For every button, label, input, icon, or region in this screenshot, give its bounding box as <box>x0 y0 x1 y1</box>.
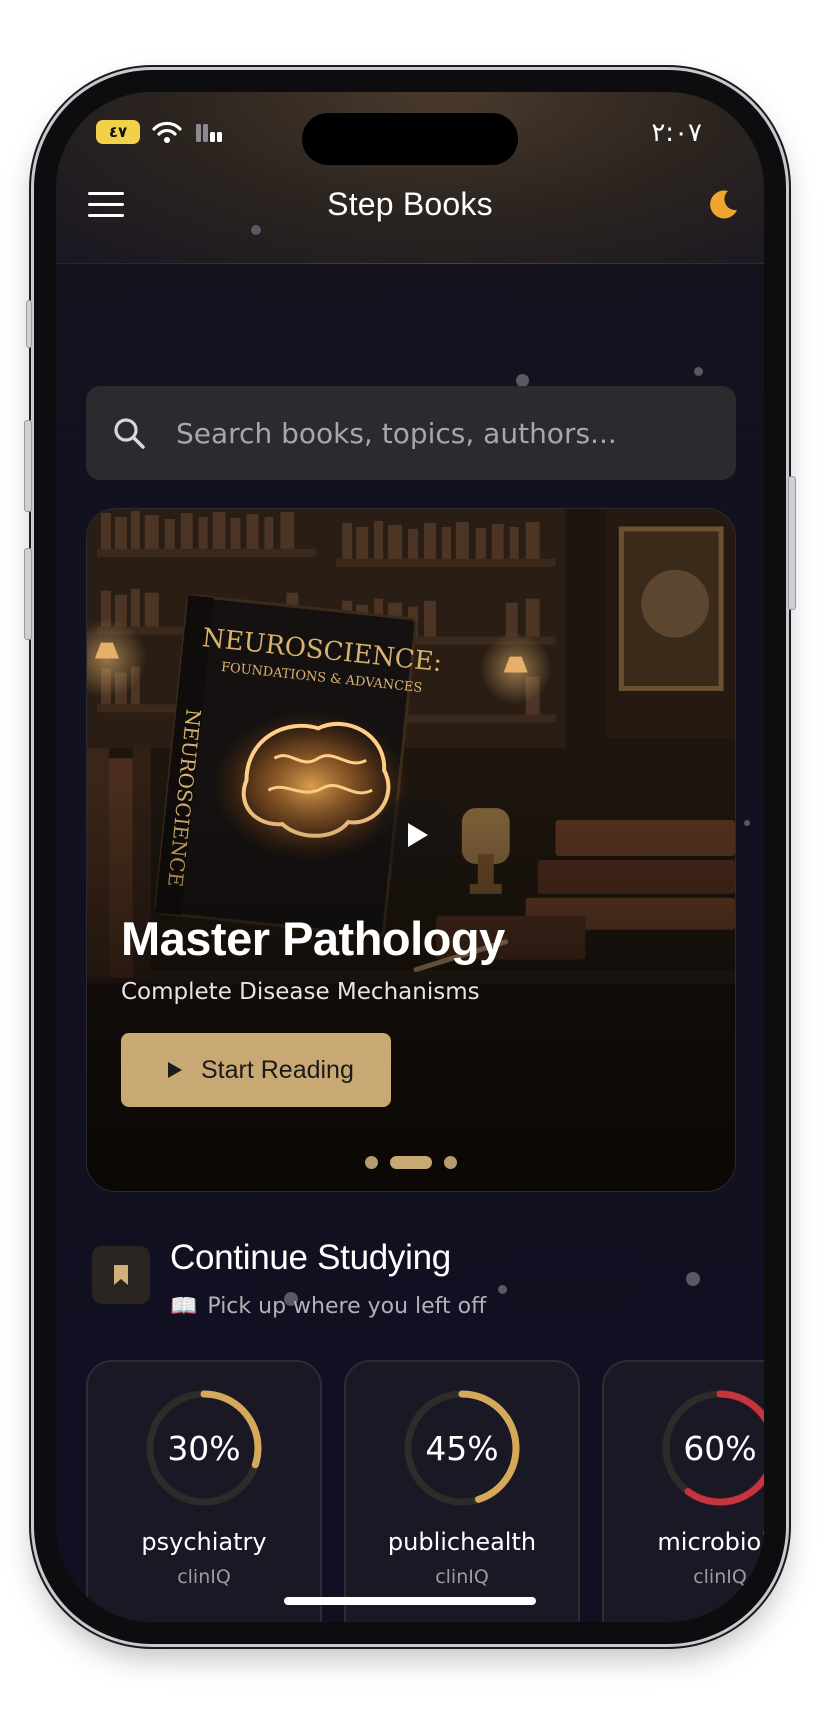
study-card[interactable]: 60% microbiolo clinIQ <box>602 1360 764 1622</box>
section-subtitle-text: Pick up where you left off <box>207 1294 487 1319</box>
app-screen: ٤٧ ٢:٠٧ Step Books Search books, topics,… <box>56 92 764 1622</box>
floating-dot <box>694 367 703 376</box>
progress-percent: 30% <box>167 1428 241 1468</box>
book-icon: 📖 <box>170 1294 198 1319</box>
app-header: Step Books <box>56 186 764 252</box>
status-time: ٢:٠٧ <box>651 118 702 148</box>
book-source: clinIQ <box>435 1566 489 1588</box>
wifi-icon <box>152 121 182 143</box>
pagination-dot-active[interactable] <box>390 1156 432 1169</box>
progress-percent: 60% <box>683 1428 757 1468</box>
pagination-dot[interactable] <box>365 1156 378 1169</box>
book-source: clinIQ <box>693 1566 747 1588</box>
continue-studying-header: Continue Studying 📖 Pick up where you le… <box>92 1236 732 1319</box>
home-indicator[interactable] <box>284 1597 536 1605</box>
hero-subtitle: Complete Disease Mechanisms <box>121 979 480 1005</box>
start-reading-button[interactable]: Start Reading <box>121 1033 391 1107</box>
book-title: publichealth <box>387 1528 537 1556</box>
search-bar[interactable] <box>86 386 736 480</box>
floating-dot <box>744 820 750 826</box>
battery-level: ٤٧ <box>108 123 128 141</box>
bookmark-icon <box>114 1265 128 1285</box>
floating-dot <box>251 225 261 235</box>
app-title: Step Books <box>327 186 493 222</box>
section-subtitle: 📖 Pick up where you left off <box>170 1294 486 1319</box>
book-source: clinIQ <box>177 1566 231 1588</box>
moon-icon[interactable] <box>706 188 740 222</box>
hero-title: Master Pathology <box>121 912 505 965</box>
volume-up-button <box>24 420 32 512</box>
study-card[interactable]: 30% psychiatry clinIQ <box>86 1360 322 1622</box>
signal-icon <box>196 124 222 142</box>
search-input[interactable] <box>176 416 696 450</box>
volume-down-button <box>24 548 32 640</box>
section-title: Continue Studying <box>170 1238 451 1277</box>
power-button <box>788 476 796 610</box>
book-title: microbiolo <box>657 1528 764 1556</box>
pagination-dot[interactable] <box>444 1156 457 1169</box>
progress-percent: 45% <box>425 1428 499 1468</box>
section-icon-tile <box>92 1246 150 1304</box>
hero-play-button[interactable] <box>377 795 457 875</box>
dynamic-island <box>302 113 518 165</box>
start-reading-label: Start Reading <box>201 1055 354 1084</box>
carousel-pagination <box>87 1156 735 1169</box>
status-icons: ٤٧ <box>96 120 224 144</box>
continue-studying-list: 30% psychiatry clinIQ 45% publichealth c… <box>86 1360 764 1622</box>
hero-carousel[interactable]: NEUROSCIENCE: FOUNDATIONS & ADVANCES NEU… <box>86 508 736 1192</box>
battery-icon: ٤٧ <box>96 120 140 144</box>
search-icon <box>114 418 145 449</box>
play-icon <box>408 823 428 847</box>
study-card[interactable]: 45% publichealth clinIQ <box>344 1360 580 1622</box>
book-title: psychiatry <box>141 1528 267 1556</box>
play-icon <box>168 1062 182 1078</box>
mute-switch <box>26 300 32 348</box>
